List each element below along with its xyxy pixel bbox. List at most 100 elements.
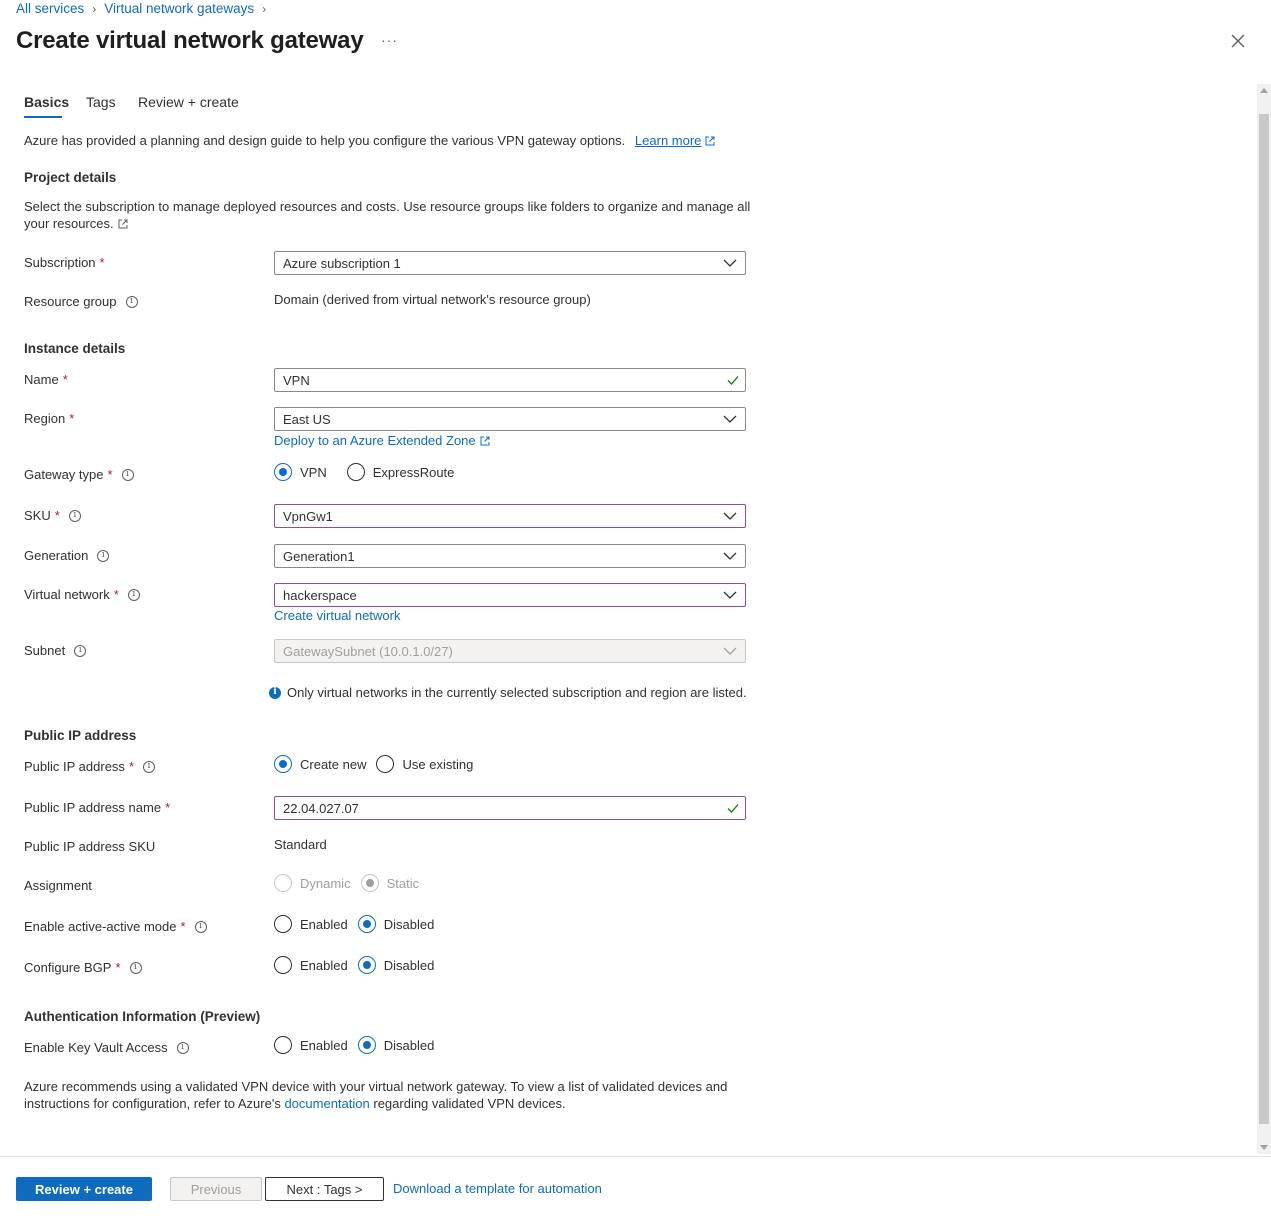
chevron-right-icon: › — [262, 1, 267, 16]
more-options-button[interactable]: ··· — [381, 32, 398, 48]
key-vault-label: Enable Key Vault Access i — [24, 1040, 189, 1055]
region-dropdown[interactable]: East US — [274, 407, 746, 431]
footer-divider — [0, 1156, 1271, 1157]
sku-dropdown[interactable]: VpnGw1 — [274, 504, 746, 528]
active-active-radio-group: Enabled Disabled — [274, 915, 444, 933]
gateway-type-vpn-radio[interactable]: VPN — [274, 463, 327, 481]
gateway-type-expressroute-radio[interactable]: ExpressRoute — [346, 463, 454, 481]
info-icon[interactable]: i — [125, 295, 138, 308]
external-link-icon — [480, 436, 490, 446]
create-virtual-network-link[interactable]: Create virtual network — [274, 608, 400, 623]
vertical-scrollbar[interactable] — [1257, 84, 1271, 1154]
subnet-dropdown: GatewaySubnet (10.0.1.0/27) — [274, 639, 746, 663]
deploy-extended-zone-link[interactable]: Deploy to an Azure Extended Zone — [274, 433, 476, 448]
configure-bgp-label: Configure BGP * i — [24, 960, 142, 975]
public-ip-name-label: Public IP address name * — [24, 800, 171, 815]
public-ip-radio-group: Create new Use existing — [274, 755, 483, 773]
info-icon[interactable]: i — [74, 644, 87, 657]
generation-dropdown[interactable]: Generation1 — [274, 544, 746, 568]
previous-button: Previous — [170, 1177, 262, 1201]
scroll-down-icon[interactable] — [1260, 1145, 1268, 1150]
bgp-enabled-radio[interactable]: Enabled — [274, 956, 348, 974]
info-icon[interactable]: i — [194, 920, 207, 933]
tab-selected-indicator — [24, 116, 62, 118]
extended-zone-link-wrapper: Deploy to an Azure Extended Zone — [274, 432, 490, 449]
chevron-down-icon — [723, 415, 737, 423]
tab-basics[interactable]: Basics — [24, 94, 69, 110]
instance-details-heading: Instance details — [24, 341, 126, 356]
info-icon[interactable]: i — [127, 588, 140, 601]
key-vault-disabled-radio[interactable]: Disabled — [357, 1036, 434, 1054]
intro-text: Azure has provided a planning and design… — [24, 132, 715, 149]
chevron-down-icon — [723, 591, 737, 599]
active-active-enabled-radio[interactable]: Enabled — [274, 915, 348, 933]
scroll-thumb[interactable] — [1259, 114, 1269, 1124]
info-icon[interactable]: i — [68, 509, 81, 522]
breadcrumb-all-services[interactable]: All services — [16, 1, 84, 16]
page-title: Create virtual network gateway — [16, 27, 364, 54]
public-ip-create-new-radio[interactable]: Create new — [274, 755, 366, 773]
name-input[interactable]: VPN — [274, 368, 746, 392]
chevron-down-icon — [723, 259, 737, 267]
public-ip-sku-value: Standard — [274, 837, 327, 852]
external-link-icon — [118, 219, 128, 229]
gateway-type-radio-group: VPN ExpressRoute — [274, 463, 464, 481]
public-ip-heading: Public IP address — [24, 728, 137, 743]
name-label: Name * — [24, 372, 68, 387]
tab-tags[interactable]: Tags — [86, 94, 116, 110]
external-link-icon — [705, 136, 715, 146]
subnet-label: Subnet i — [24, 643, 87, 658]
info-icon[interactable]: i — [97, 549, 110, 562]
public-ip-sku-label: Public IP address SKU — [24, 839, 156, 854]
resource-group-value: Domain (derived from virtual network's r… — [274, 292, 591, 307]
chevron-down-icon — [723, 512, 737, 520]
public-ip-label: Public IP address * i — [24, 759, 155, 774]
key-vault-radio-group: Enabled Disabled — [274, 1036, 444, 1054]
info-icon[interactable]: i — [121, 468, 134, 481]
public-ip-name-input[interactable]: 22.04.027.07 — [274, 796, 746, 820]
virtual-network-dropdown[interactable]: hackerspace — [274, 583, 746, 607]
breadcrumb-virtual-network-gateways[interactable]: Virtual network gateways — [104, 1, 254, 16]
sku-label: SKU * i — [24, 508, 81, 523]
public-ip-use-existing-radio[interactable]: Use existing — [376, 755, 473, 773]
assignment-dynamic-radio: Dynamic — [274, 874, 351, 892]
checkmark-icon — [727, 376, 739, 385]
tab-review-create[interactable]: Review + create — [138, 94, 239, 110]
configure-bgp-radio-group: Enabled Disabled — [274, 956, 444, 974]
active-active-disabled-radio[interactable]: Disabled — [357, 915, 434, 933]
generation-label: Generation i — [24, 548, 110, 563]
checkmark-icon — [727, 804, 739, 813]
scroll-up-icon[interactable] — [1260, 88, 1268, 93]
next-tags-button[interactable]: Next : Tags > — [265, 1177, 384, 1201]
info-icon[interactable]: i — [129, 961, 142, 974]
chevron-right-icon: › — [92, 1, 97, 16]
vnet-info-note: i Only virtual networks in the currently… — [269, 684, 747, 701]
gateway-type-label: Gateway type * i — [24, 467, 134, 482]
region-label: Region * — [24, 411, 75, 426]
project-description: Select the subscription to manage deploy… — [24, 199, 751, 231]
virtual-network-label: Virtual network * i — [24, 587, 140, 602]
documentation-link[interactable]: documentation — [284, 1096, 369, 1111]
bgp-disabled-radio[interactable]: Disabled — [357, 956, 434, 974]
chevron-down-icon — [723, 552, 737, 560]
resource-group-label: Resource group i — [24, 294, 138, 309]
chevron-down-icon — [723, 647, 737, 655]
review-create-button[interactable]: Review + create — [16, 1177, 152, 1201]
assignment-label: Assignment — [24, 878, 92, 893]
close-icon[interactable] — [1229, 32, 1247, 50]
info-icon[interactable]: i — [176, 1041, 189, 1054]
assignment-radio-group: Dynamic Static — [274, 874, 429, 892]
assignment-static-radio: Static — [360, 874, 419, 892]
breadcrumb: All services › Virtual network gateways … — [16, 1, 274, 16]
active-active-label: Enable active-active mode * i — [24, 919, 207, 934]
key-vault-enabled-radio[interactable]: Enabled — [274, 1036, 348, 1054]
info-filled-icon: i — [269, 686, 281, 699]
subscription-dropdown[interactable]: Azure subscription 1 — [274, 251, 746, 275]
info-icon[interactable]: i — [143, 760, 155, 773]
project-details-heading: Project details — [24, 170, 117, 185]
download-template-link[interactable]: Download a template for automation — [393, 1181, 602, 1196]
subscription-label: Subscription * — [24, 255, 105, 270]
learn-more-link[interactable]: Learn more — [635, 133, 701, 148]
validated-device-note: Azure recommends using a validated VPN d… — [24, 1079, 728, 1111]
authentication-heading: Authentication Information (Preview) — [24, 1009, 261, 1024]
